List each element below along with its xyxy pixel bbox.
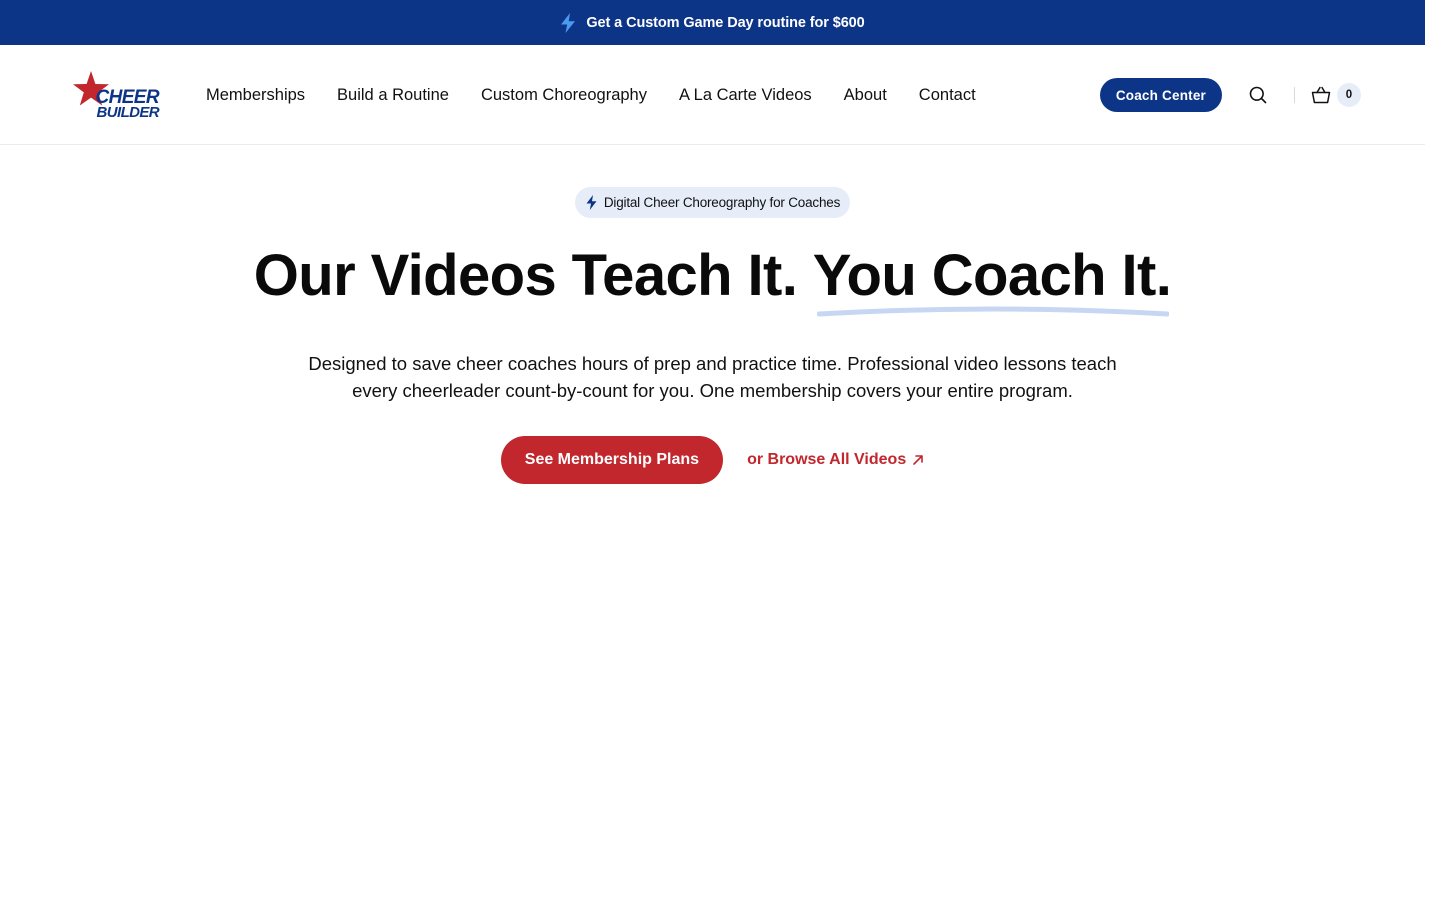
nav-memberships[interactable]: Memberships — [206, 86, 305, 105]
nav-a-la-carte-videos[interactable]: A La Carte Videos — [679, 86, 812, 105]
headline-part-1: Our Videos Teach It. — [253, 243, 798, 308]
see-membership-plans-button[interactable]: See Membership Plans — [500, 436, 724, 484]
header-divider — [1294, 87, 1295, 103]
browse-all-videos-link[interactable]: or Browse All Videos — [747, 451, 924, 469]
arrow-up-right-icon — [912, 454, 924, 466]
announcement-text: Get a Custom Game Day routine for $600 — [586, 14, 865, 31]
main-nav: Memberships Build a Routine Custom Chore… — [206, 45, 976, 145]
nav-build-a-routine[interactable]: Build a Routine — [337, 86, 449, 105]
logo-wordmark: CHEER BUILDER — [95, 87, 159, 121]
nav-contact[interactable]: Contact — [919, 86, 976, 105]
coach-center-button[interactable]: Coach Center — [1099, 78, 1222, 112]
header-actions: Coach Center 0 — [1099, 45, 1361, 145]
hero-cta-row: See Membership Plans or Browse All Video… — [0, 436, 1425, 484]
browse-all-videos-label: or Browse All Videos — [747, 451, 907, 468]
headline-part-2: You Coach It. — [812, 243, 1172, 308]
cart-button[interactable]: 0 — [1311, 83, 1361, 107]
basket-icon — [1311, 85, 1331, 105]
hero-section: Digital Cheer Choreography for Coaches O… — [0, 145, 1425, 484]
page: Get a Custom Game Day routine for $600 C… — [0, 0, 1425, 900]
hero-badge: Digital Cheer Choreography for Coaches — [574, 187, 851, 218]
nav-custom-choreography[interactable]: Custom Choreography — [481, 86, 647, 105]
hero-badge-text: Digital Cheer Choreography for Coaches — [603, 195, 841, 210]
announcement-bar[interactable]: Get a Custom Game Day routine for $600 — [0, 0, 1425, 45]
cheer-builder-logo[interactable]: CHEER BUILDER — [72, 71, 162, 123]
search-icon[interactable] — [1248, 85, 1268, 105]
nav-about[interactable]: About — [844, 86, 887, 105]
hero-subtext: Designed to save cheer coaches hours of … — [308, 353, 1117, 401]
headline-accent: You Coach It. — [812, 243, 1172, 317]
cart-count-badge: 0 — [1337, 83, 1361, 107]
lightning-bolt-icon — [560, 12, 576, 33]
site-header: CHEER BUILDER Memberships Build a Routin… — [0, 45, 1425, 145]
lightning-bolt-icon — [586, 195, 597, 210]
headline-underline — [816, 306, 1170, 320]
hero-headline: Our Videos Teach It. You Coach It. — [0, 243, 1425, 317]
